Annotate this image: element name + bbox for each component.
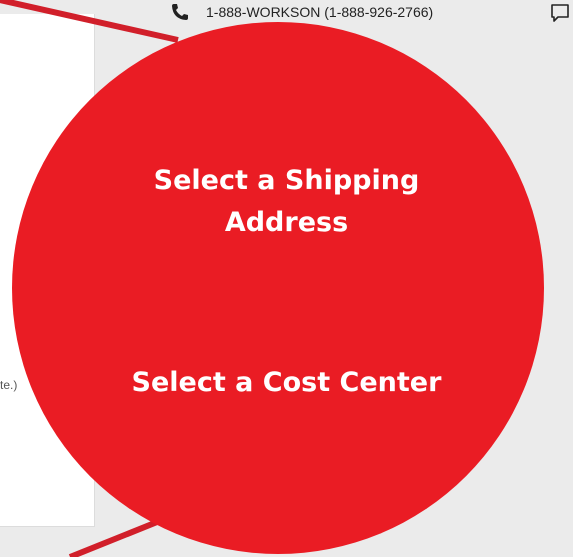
cost-center-callout: Select a Cost Center [131,367,442,398]
screen: te.) 1-888-WORKSON (1-888-926-2766) Sele… [0,0,573,557]
support-phone-number[interactable]: 1-888-WORKSON (1-888-926-2766) [206,4,433,20]
shipping-address-callout: Select a Shipping Address [0,160,573,244]
shipping-callout-line2: Address [224,207,349,238]
callout-circle [12,22,544,554]
shipping-callout-line1: Select a Shipping [153,165,420,196]
chat-bubble-icon[interactable] [549,2,571,24]
phone-icon [172,4,188,20]
